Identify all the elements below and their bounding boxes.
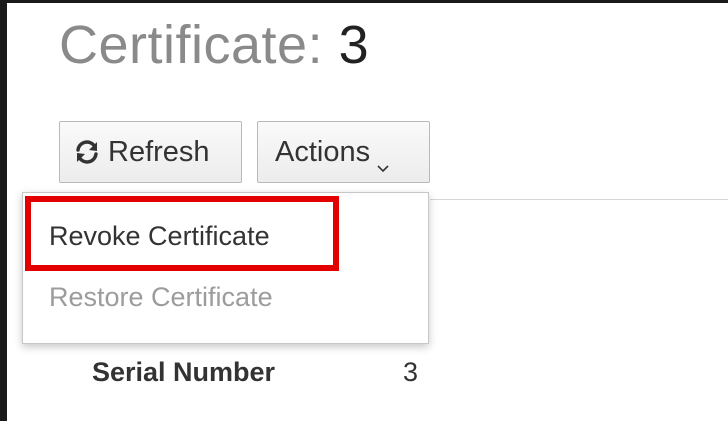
refresh-button[interactable]: Refresh (59, 121, 242, 183)
page-title: Certificate: 3 (59, 14, 369, 76)
menu-item-revoke-certificate[interactable]: Revoke Certificate (49, 221, 270, 252)
chevron-down-icon (377, 148, 389, 173)
certificate-number: 3 (338, 15, 370, 75)
page-title-prefix: Certificate: (59, 15, 324, 75)
toolbar-divider (430, 199, 728, 200)
actions-dropdown-menu: Revoke Certificate Restore Certificate (22, 192, 429, 344)
refresh-button-label: Refresh (108, 135, 210, 168)
refresh-icon (74, 139, 100, 165)
serial-number-label: Serial Number (92, 357, 276, 387)
actions-dropdown-button[interactable]: Actions (257, 121, 430, 183)
serial-number-value: 3 (403, 357, 419, 387)
actions-button-label: Actions (275, 135, 371, 168)
menu-item-restore-certificate: Restore Certificate (49, 282, 273, 312)
